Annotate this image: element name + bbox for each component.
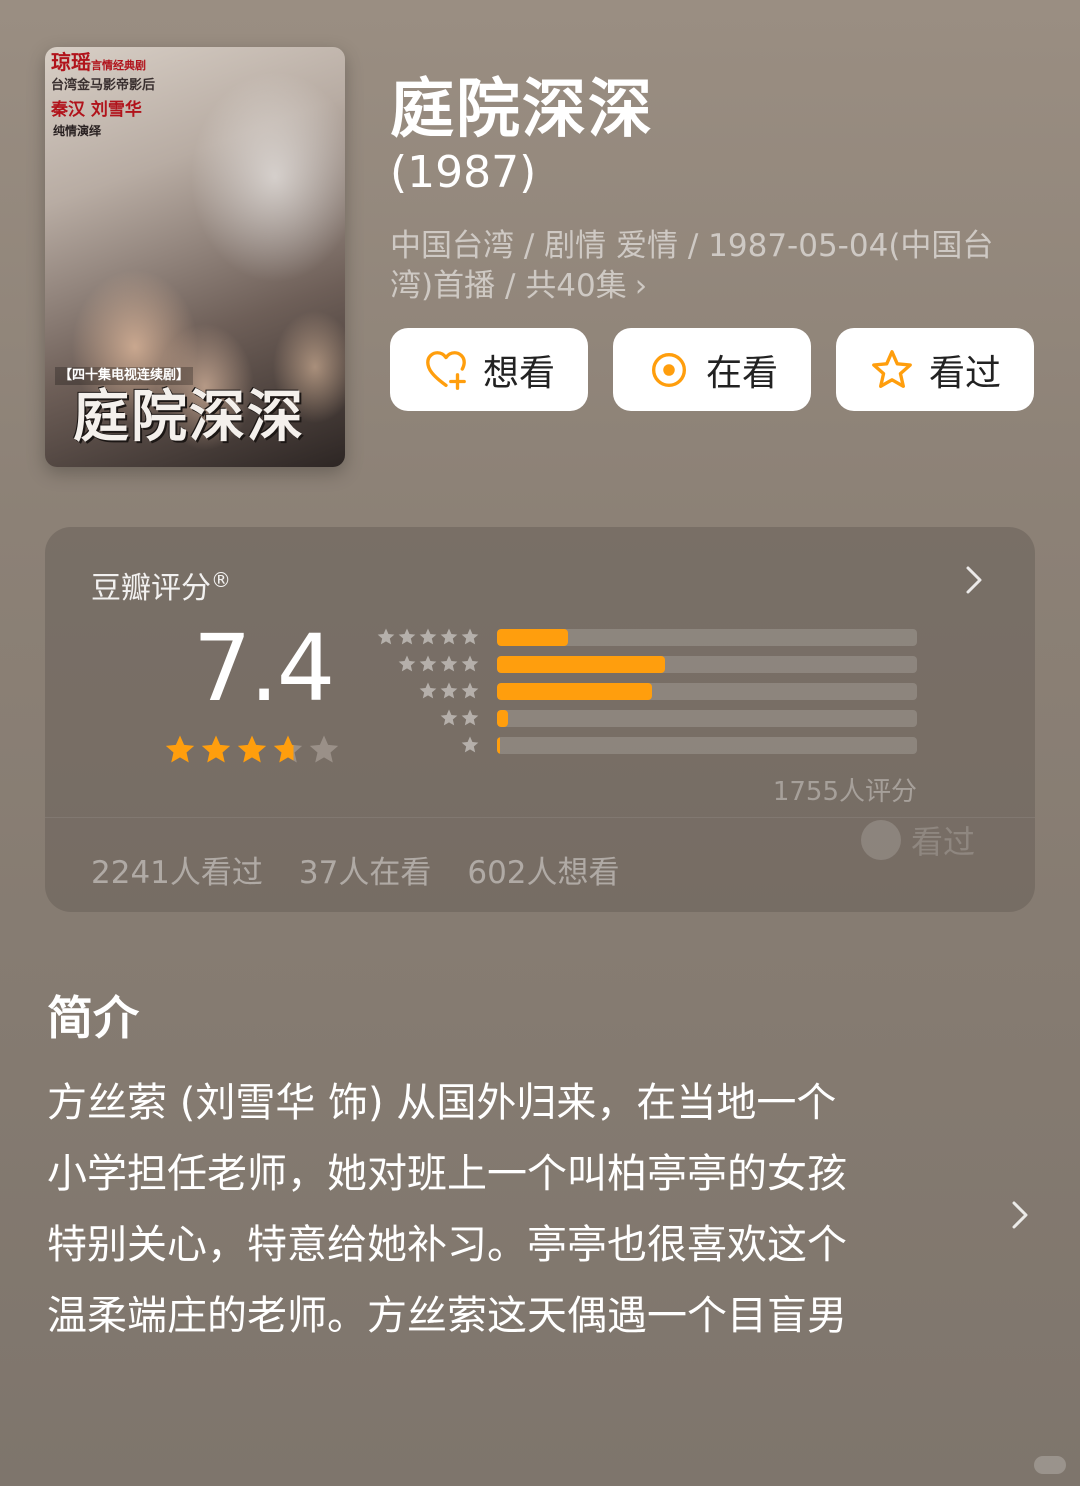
poster-cast: 秦汉 刘雪华 <box>51 100 142 120</box>
show-year: (1987) <box>390 147 537 198</box>
star-icon <box>419 682 437 699</box>
star-icon <box>309 735 339 763</box>
synopsis-line: 小学担任老师，她对班上一个叫柏亭亭的女孩 <box>47 1151 847 1197</box>
count-want: 602人想看 <box>467 855 620 891</box>
watched-label: 看过 <box>928 352 1001 394</box>
watching-button[interactable]: 在看 <box>613 328 811 411</box>
star-outline-icon <box>872 349 912 388</box>
meta-line-1: 中国台湾 / 剧情 爱情 / 1987-05-04(中国台 <box>390 228 994 264</box>
chevron-right-icon[interactable] <box>961 563 987 597</box>
count-watched: 2241人看过 <box>91 855 263 891</box>
star-icon <box>398 628 416 645</box>
synopsis-line: 温柔端庄的老师。方丝萦这天偶遇一个目盲男 <box>47 1293 847 1339</box>
distribution-bar <box>497 710 508 727</box>
synopsis-line: 方丝萦 (刘雪华 饰) 从国外归来，在当地一个 <box>47 1080 837 1126</box>
watermark-badge <box>1034 1456 1066 1474</box>
target-icon <box>651 352 686 387</box>
distribution-row <box>375 735 935 761</box>
floating-watched-badge: 看过 <box>860 817 975 863</box>
star-icon <box>398 655 416 672</box>
star-icon <box>440 628 458 645</box>
star-icon <box>461 709 479 726</box>
heart-plus-icon <box>426 350 466 390</box>
count-watching: 37人在看 <box>298 855 432 891</box>
star-icon <box>201 735 231 763</box>
distribution-track <box>497 656 917 673</box>
distribution-track <box>497 737 917 754</box>
star-icon <box>165 735 195 763</box>
star-icon <box>419 628 437 645</box>
avatar <box>860 820 901 860</box>
poster-tagline: 纯情演绎 <box>53 124 102 138</box>
rating-score: 7.4 <box>193 615 335 722</box>
distribution-row <box>375 654 935 680</box>
want-label: 想看 <box>482 352 555 394</box>
distribution-bar <box>497 656 665 673</box>
star-icon <box>377 628 395 645</box>
distribution-track <box>497 629 917 646</box>
rater-count: 1755人评分 <box>772 777 917 807</box>
watching-label: 在看 <box>705 352 778 394</box>
poster-award: 台湾金马影帝影后 <box>51 78 156 93</box>
rating-card[interactable]: 豆瓣评分® 7.4 1755人评分 看过 2241人看过 37人在看 602人想… <box>45 527 1035 912</box>
chevron-right-icon[interactable] <box>1008 1198 1032 1232</box>
distribution-track <box>497 710 917 727</box>
poster-series: 【四十集电视连续剧】 <box>55 367 194 386</box>
star-icon <box>440 709 458 726</box>
chevron-right-icon: › <box>634 268 648 304</box>
show-meta[interactable]: 中国台湾 / 剧情 爱情 / 1987-05-04(中国台 湾)首播 / 共40… <box>390 226 1040 306</box>
star-icon <box>461 682 479 699</box>
poster-brand: 琼瑶言情经典剧 <box>51 50 146 74</box>
synopsis-line: 特别关心，特意给她补习。亭亭也很喜欢这个 <box>47 1222 847 1268</box>
distribution-row <box>375 681 935 707</box>
watched-button[interactable]: 看过 <box>836 328 1034 411</box>
meta-line-2: 湾)首播 / 共40集 › <box>390 268 648 304</box>
distribution-track <box>497 683 917 700</box>
want-button[interactable]: 想看 <box>390 328 588 411</box>
distribution-stars <box>376 627 480 647</box>
synopsis-text[interactable]: 方丝萦 (刘雪华 饰) 从国外归来，在当地一个 小学担任老师，她对班上一个叫柏亭… <box>47 1068 967 1352</box>
distribution-stars <box>418 681 480 701</box>
poster-title: 庭院深深 <box>73 384 305 450</box>
distribution-bar <box>497 683 653 700</box>
star-icon <box>461 628 479 645</box>
poster-image[interactable]: 琼瑶言情经典剧 台湾金马影帝影后 秦汉 刘雪华 纯情演绎 【四十集电视连续剧】 … <box>45 47 345 467</box>
distribution-bar <box>497 629 569 646</box>
distribution-row <box>375 627 935 653</box>
star-icon <box>461 736 479 753</box>
distribution-stars <box>397 654 480 674</box>
synopsis-heading: 简介 <box>47 991 139 1045</box>
star-icon <box>440 682 458 699</box>
distribution-row <box>375 708 935 734</box>
stat-counts: 2241人看过 37人在看 602人想看 <box>91 847 620 892</box>
rating-label: 豆瓣评分® <box>91 568 231 606</box>
distribution-stars <box>439 708 480 728</box>
star-icon <box>440 655 458 672</box>
star-icon <box>419 655 437 672</box>
distribution-stars <box>460 735 480 755</box>
star-icon <box>237 735 267 763</box>
star-icon <box>461 655 479 672</box>
distribution-bar <box>497 737 500 754</box>
rating-stars <box>163 733 341 767</box>
show-title: 庭院深深 <box>390 73 654 147</box>
star-icon <box>273 735 303 763</box>
